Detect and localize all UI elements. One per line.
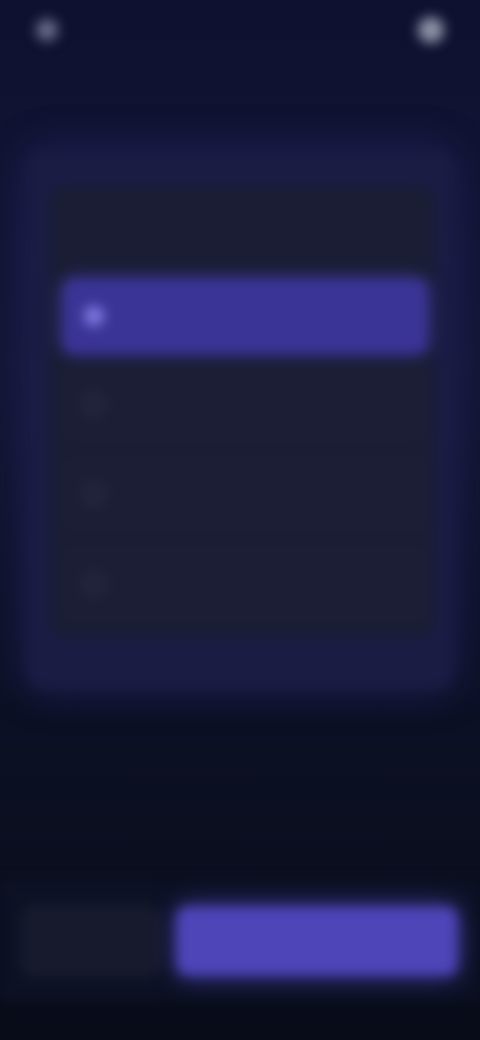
radio-icon bbox=[84, 394, 104, 414]
avatar[interactable] bbox=[418, 17, 444, 43]
radio-icon bbox=[84, 484, 104, 504]
status-bar bbox=[0, 0, 480, 60]
app-label bbox=[68, 25, 128, 35]
option-3[interactable] bbox=[62, 456, 428, 532]
option-2[interactable] bbox=[62, 366, 428, 442]
radio-icon bbox=[84, 574, 104, 594]
screen bbox=[0, 0, 480, 1040]
next-button[interactable] bbox=[176, 906, 458, 976]
option-4[interactable] bbox=[62, 546, 428, 622]
blurred-content bbox=[0, 0, 480, 1040]
back-button[interactable] bbox=[22, 906, 160, 976]
status-left bbox=[36, 19, 128, 41]
app-logo-icon bbox=[36, 19, 58, 41]
option-1[interactable] bbox=[62, 278, 428, 354]
status-right bbox=[408, 17, 444, 43]
radio-icon bbox=[84, 306, 104, 326]
